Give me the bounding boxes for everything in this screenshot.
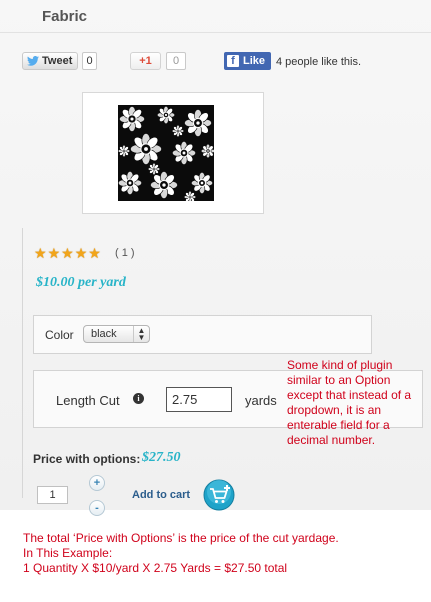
details-panel-border <box>22 228 23 498</box>
star-icon[interactable]: ★ <box>75 246 88 260</box>
star-icon[interactable]: ★ <box>48 246 61 260</box>
quantity-decrease-button[interactable]: - <box>89 500 105 516</box>
length-cut-label: Length Cut <box>56 393 120 408</box>
facebook-like-button[interactable]: f Like <box>224 52 271 70</box>
length-cut-input[interactable] <box>166 387 232 412</box>
rating-count: ( 1 ) <box>115 247 135 259</box>
annotation-line: In This Example: <box>23 546 113 560</box>
add-to-cart-label[interactable]: Add to cart <box>132 489 190 501</box>
annotation-line: 1 Quantity X $10/yard X 2.75 Yards = $27… <box>23 561 288 575</box>
annotation-plugin-note: Some kind of plugin similar to an Option… <box>287 358 412 447</box>
color-select[interactable]: black ▲ ▼ <box>83 325 150 343</box>
tweet-label: Tweet <box>42 55 73 67</box>
google-plus-count: 0 <box>166 52 186 70</box>
fabric-swatch-image <box>118 105 214 201</box>
info-icon[interactable]: i <box>133 393 144 404</box>
google-plus-button[interactable]: +1 <box>130 52 161 70</box>
length-unit-label: yards <box>245 393 277 408</box>
product-price: $10.00 per yard <box>36 275 126 290</box>
product-image-frame[interactable] <box>82 92 264 214</box>
facebook-like-count-text: 4 people like this. <box>276 56 361 68</box>
select-arrows-icon: ▲ ▼ <box>133 326 149 342</box>
star-icon[interactable]: ★ <box>88 246 101 260</box>
add-to-cart-icon[interactable] <box>203 479 235 511</box>
price-with-options-value: $27.50 <box>142 450 181 465</box>
facebook-icon: f <box>227 55 239 67</box>
page-title: Fabric <box>42 8 88 25</box>
facebook-like-label: Like <box>243 55 266 67</box>
color-label: Color <box>45 328 74 342</box>
color-selected-value: black <box>91 328 117 340</box>
twitter-bird-icon <box>27 56 39 66</box>
tweet-button[interactable]: Tweet <box>22 52 78 70</box>
title-divider <box>0 32 431 33</box>
star-icon[interactable]: ★ <box>61 246 74 260</box>
rating-stars[interactable]: ★ ★ ★ ★ ★ <box>34 246 101 260</box>
quantity-increase-button[interactable]: + <box>89 475 105 491</box>
quantity-input[interactable] <box>37 486 68 504</box>
star-icon[interactable]: ★ <box>34 246 47 260</box>
google-plus-label: +1 <box>139 55 152 67</box>
annotation-total-explanation: The total ‘Price with Options’ is the pr… <box>23 531 339 576</box>
tweet-count: 0 <box>82 52 97 70</box>
price-with-options-label: Price with options: <box>33 452 141 466</box>
annotation-line: The total ‘Price with Options’ is the pr… <box>23 531 339 545</box>
